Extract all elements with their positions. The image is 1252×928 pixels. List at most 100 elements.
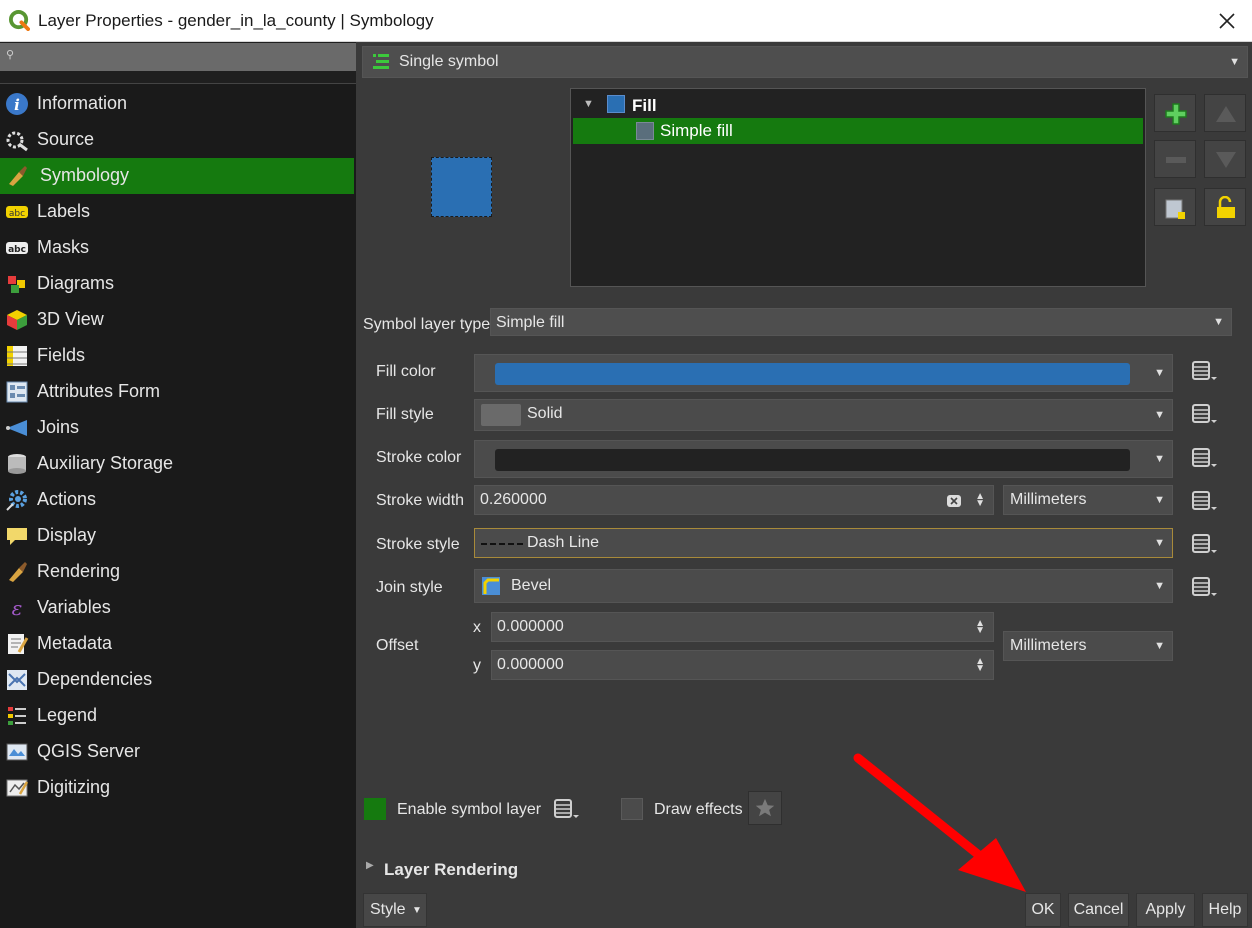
star-icon <box>755 798 775 817</box>
fill-color-data-defined-button[interactable] <box>1186 356 1222 386</box>
renderer-select[interactable]: Single symbol ▼ <box>362 46 1248 78</box>
stroke-color-label: Stroke color <box>376 449 462 466</box>
chevron-down-icon: ▼ <box>412 905 422 916</box>
sidebar-search-input[interactable]: ⚲ <box>0 43 356 71</box>
sidebar-item-actions[interactable]: Actions <box>0 482 354 518</box>
draw-effects-checkbox[interactable] <box>621 798 643 820</box>
sidebar-item-diagrams[interactable]: Diagrams <box>0 266 354 302</box>
collapse-triangle-icon[interactable]: ▶ <box>366 860 374 871</box>
sidebar-item-symbology[interactable]: Symbology <box>0 158 354 194</box>
storage-icon <box>8 454 26 474</box>
duplicate-layer-button[interactable] <box>1154 188 1196 226</box>
offset-x-value: 0.000000 <box>497 618 564 635</box>
offset-y-input[interactable]: 0.000000 ▲ ▼ <box>491 650 994 680</box>
panel-splitter[interactable] <box>357 42 361 928</box>
stroke-width-unit-value: Millimeters <box>1010 491 1087 508</box>
stroke-color-button[interactable]: ▼ <box>474 440 1173 478</box>
expand-triangle-icon[interactable]: ▼ <box>583 98 594 110</box>
single-symbol-icon <box>373 54 389 69</box>
spinner-arrows-icon[interactable]: ▲ ▼ <box>975 657 985 674</box>
joins-icon <box>6 420 27 436</box>
sidebar-item-source[interactable]: Source <box>0 122 354 158</box>
sidebar-item-dependencies[interactable]: Dependencies <box>0 662 354 698</box>
offset-label: Offset <box>376 637 419 654</box>
move-up-button[interactable] <box>1204 94 1246 132</box>
enable-symbol-layer-label: Enable symbol layer <box>397 801 542 818</box>
offset-y-value: 0.000000 <box>497 656 564 673</box>
masks-icon: abc <box>6 242 28 255</box>
sidebar-item-joins[interactable]: Joins <box>0 410 354 446</box>
sidebar-item-qgis-server[interactable]: QGIS Server <box>0 734 354 770</box>
paintbrush-icon <box>9 166 27 186</box>
sidebar-item-3d-view[interactable]: 3D View <box>0 302 354 338</box>
sidebar-item-display[interactable]: Display <box>0 518 354 554</box>
offset-unit-select[interactable]: Millimeters ▼ <box>1003 631 1173 661</box>
stroke-width-unit-select[interactable]: Millimeters ▼ <box>1003 485 1173 515</box>
chevron-down-icon: ▼ <box>1229 56 1240 68</box>
data-defined-icon <box>1192 361 1217 380</box>
paintbrush-icon <box>9 562 27 582</box>
window-title: Layer Properties - gender_in_la_county |… <box>38 11 434 30</box>
sidebar-item-auxiliary-storage[interactable]: Auxiliary Storage <box>0 446 354 482</box>
sidebar-item-fields[interactable]: Fields <box>0 338 354 374</box>
join-style-data-defined-button[interactable] <box>1186 572 1222 602</box>
fill-color-label: Fill color <box>376 363 436 380</box>
sidebar-item-variables[interactable]: ε Variables <box>0 590 354 626</box>
stroke-style-select[interactable]: Dash Line ▼ <box>474 528 1173 558</box>
effects-button[interactable] <box>748 791 782 825</box>
sidebar-item-legend[interactable]: Legend <box>0 698 354 734</box>
sidebar-item-rendering[interactable]: Rendering <box>0 554 354 590</box>
fields-icon <box>7 346 27 366</box>
draw-effects-label: Draw effects <box>654 801 743 818</box>
arrow-up-icon <box>1216 106 1236 122</box>
enable-layer-data-defined-button[interactable] <box>548 794 584 824</box>
lock-icon <box>1217 196 1235 218</box>
arrow-down-icon <box>1216 152 1236 168</box>
symbol-layer-type-select[interactable]: Simple fill ▼ <box>490 308 1232 336</box>
join-style-select[interactable]: Bevel ▼ <box>474 569 1173 603</box>
cancel-button[interactable]: Cancel <box>1068 893 1129 927</box>
form-icon <box>6 381 28 403</box>
chevron-down-icon: ▼ <box>1154 367 1165 379</box>
spinner-arrows-icon[interactable]: ▲ ▼ <box>975 619 985 636</box>
data-defined-icon <box>1192 491 1217 510</box>
labels-icon: abc <box>6 206 28 219</box>
enable-symbol-layer-checkbox[interactable] <box>364 798 386 820</box>
spinner-arrows-icon[interactable]: ▲ ▼ <box>975 492 985 509</box>
sidebar-item-information[interactable]: i Information <box>0 86 354 122</box>
close-icon[interactable] <box>1212 6 1242 36</box>
data-defined-icon <box>1192 534 1217 553</box>
remove-layer-button[interactable] <box>1154 140 1196 178</box>
style-button[interactable]: Style ▼ <box>363 893 427 927</box>
tree-row-fill[interactable]: ▼ Fill <box>571 93 1145 117</box>
metadata-icon <box>8 634 29 654</box>
data-defined-icon <box>554 799 579 818</box>
clear-icon[interactable] <box>947 494 961 508</box>
style-button-label: Style <box>370 901 406 918</box>
sidebar-item-attributes-form[interactable]: Attributes Form <box>0 374 354 410</box>
stroke-width-input[interactable]: 0.260000 ▲ ▼ <box>474 485 994 515</box>
symbology-panel: Single symbol ▼ ▼ Fill Simple fill Symbo… <box>362 42 1252 928</box>
sidebar-item-masks[interactable]: abc Masks <box>0 230 354 266</box>
minus-icon <box>1166 157 1186 163</box>
apply-button[interactable]: Apply <box>1136 893 1195 927</box>
fill-color-swatch <box>495 363 1130 385</box>
stroke-style-value: Dash Line <box>527 534 600 551</box>
symbol-layer-tree[interactable]: ▼ Fill Simple fill <box>570 88 1146 287</box>
sidebar-item-digitizing[interactable]: Digitizing <box>0 770 354 806</box>
help-button[interactable]: Help <box>1202 893 1248 927</box>
fill-color-button[interactable]: ▼ <box>474 354 1173 392</box>
fill-style-data-defined-button[interactable] <box>1186 399 1222 429</box>
tree-row-simple-fill[interactable]: Simple fill <box>573 118 1143 144</box>
sidebar-item-metadata[interactable]: Metadata <box>0 626 354 662</box>
stroke-style-data-defined-button[interactable] <box>1186 529 1222 559</box>
offset-x-input[interactable]: 0.000000 ▲ ▼ <box>491 612 994 642</box>
sidebar-item-labels[interactable]: abc Labels <box>0 194 354 230</box>
stroke-color-data-defined-button[interactable] <box>1186 443 1222 473</box>
stroke-width-data-defined-button[interactable] <box>1186 486 1222 516</box>
fill-style-select[interactable]: Solid ▼ <box>474 399 1173 431</box>
layer-rendering-header[interactable]: Layer Rendering <box>384 860 518 880</box>
add-layer-button[interactable] <box>1154 94 1196 132</box>
move-down-button[interactable] <box>1204 140 1246 178</box>
lock-layer-button[interactable] <box>1204 188 1246 226</box>
